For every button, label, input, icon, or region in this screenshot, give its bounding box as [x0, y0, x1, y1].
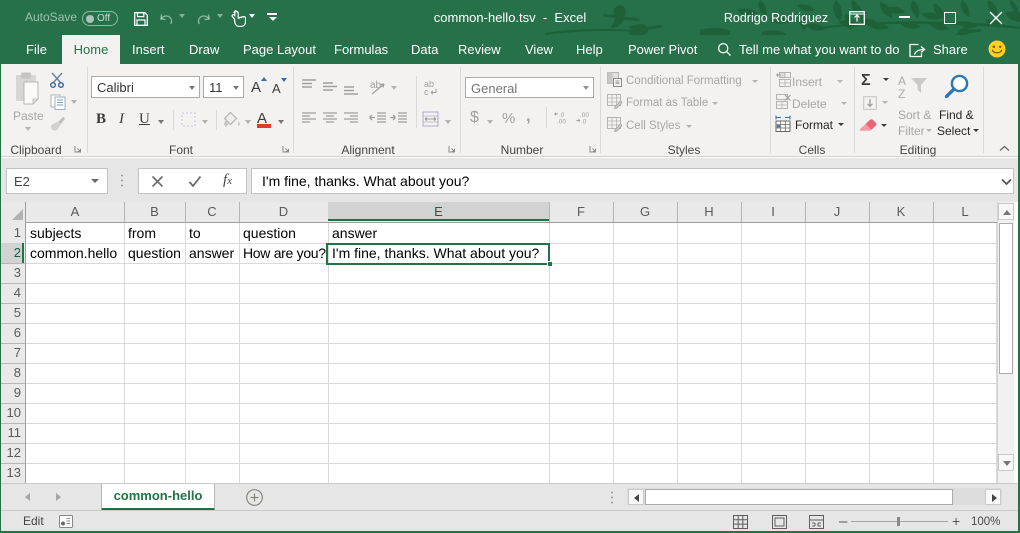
svg-text:ab: ab [370, 80, 382, 91]
svg-text:A: A [898, 74, 906, 88]
svg-text:.0: .0 [581, 119, 587, 125]
svg-text:c: c [424, 87, 429, 96]
svg-text:.00: .00 [557, 119, 566, 125]
svg-text:Z: Z [898, 87, 905, 101]
